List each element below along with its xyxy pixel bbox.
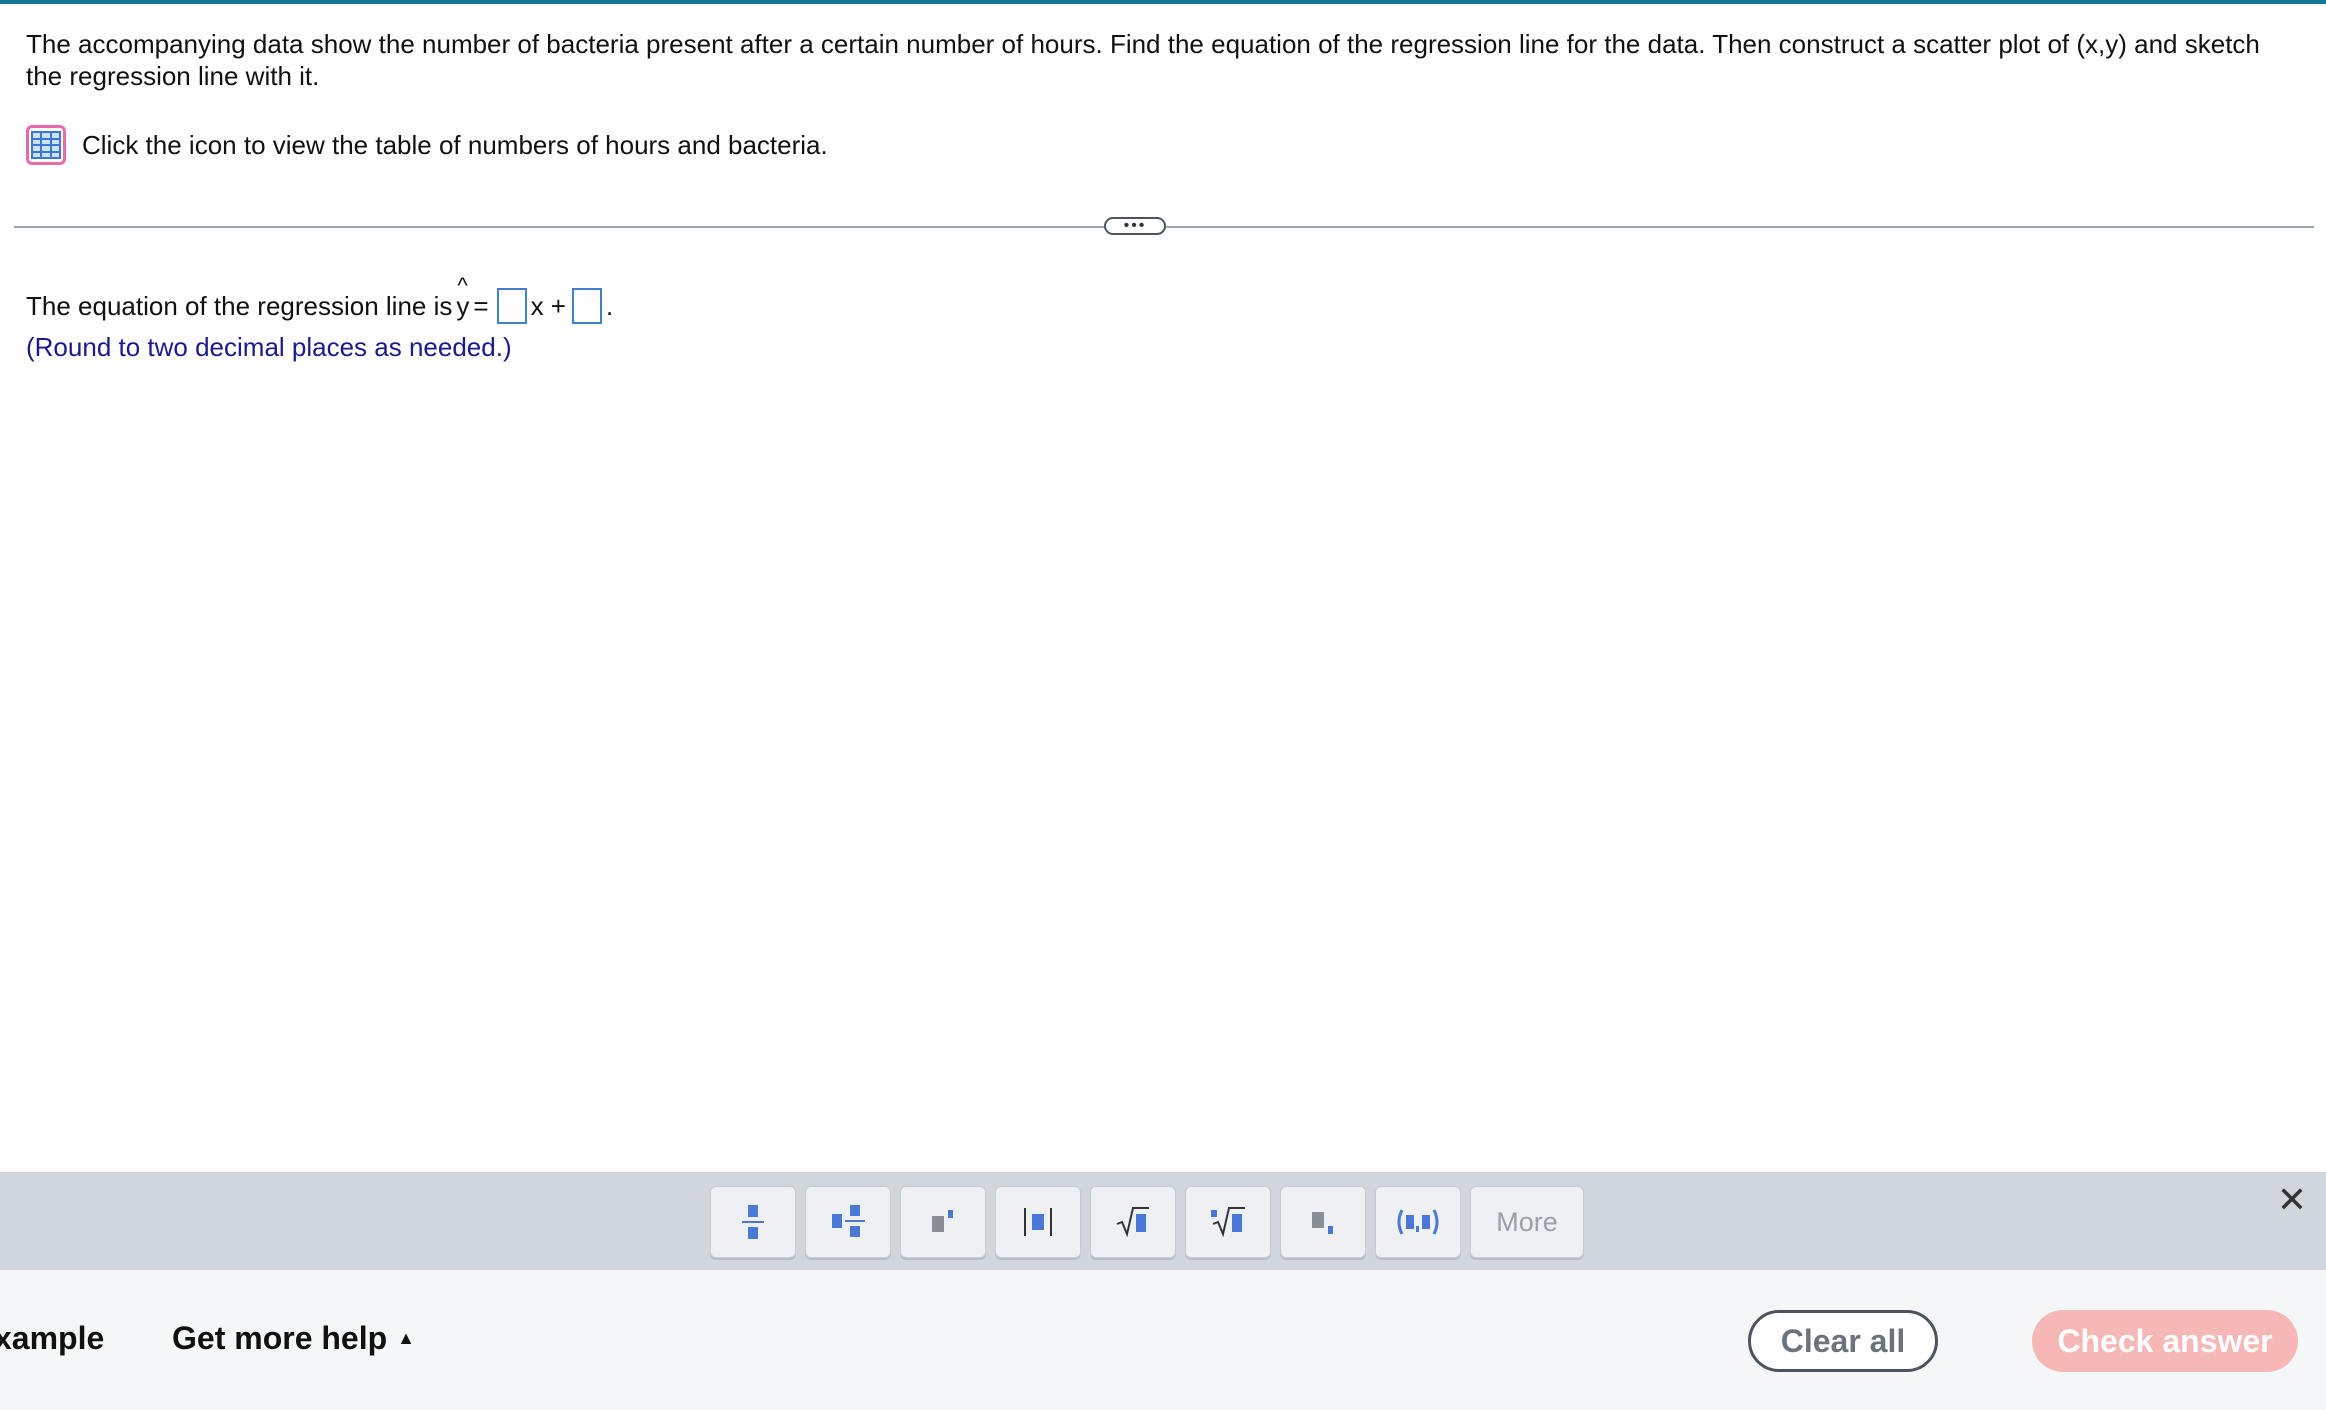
view-example-link[interactable]: xample	[0, 1320, 104, 1357]
slope-input[interactable]	[496, 288, 527, 324]
square-root-icon	[1116, 1207, 1149, 1238]
more-button[interactable]: More	[1470, 1186, 1584, 1258]
x-plus-text: x +	[530, 290, 566, 321]
table-hint-text: Click the icon to view the table of numb…	[82, 129, 828, 160]
fraction-button[interactable]	[710, 1186, 796, 1258]
equation-prefix: The equation of the regression line is	[26, 290, 453, 321]
get-more-help-link[interactable]: Get more help ▲	[172, 1320, 415, 1357]
equals-sign: =	[473, 290, 489, 321]
nth-root-icon	[1211, 1207, 1245, 1238]
fraction-icon	[742, 1205, 764, 1239]
ordered-pair-button[interactable]	[1375, 1186, 1461, 1258]
square-root-button[interactable]	[1090, 1186, 1176, 1258]
check-answer-button[interactable]: Check answer	[2032, 1310, 2298, 1372]
hat-icon: ^	[457, 272, 468, 298]
regression-equation-line: The equation of the regression line is ^…	[26, 272, 614, 324]
absolute-value-icon	[1024, 1208, 1052, 1236]
rounding-note: (Round to two decimal places as needed.)	[26, 332, 512, 362]
question-text: The accompanying data show the number of…	[26, 29, 2260, 91]
math-toolbar: More	[0, 1172, 2326, 1270]
nth-root-button[interactable]	[1185, 1186, 1271, 1258]
exponent-button[interactable]	[900, 1186, 986, 1258]
top-accent-strip	[0, 0, 2326, 4]
y-hat-symbol: ^ y	[456, 272, 470, 321]
help-label: Get more help	[172, 1320, 388, 1356]
subscript-button[interactable]	[1280, 1186, 1366, 1258]
subscript-icon	[1312, 1212, 1333, 1234]
ordered-pair-icon	[1397, 1209, 1439, 1235]
table-icon[interactable]	[26, 125, 66, 165]
absolute-value-button[interactable]	[995, 1186, 1081, 1258]
expand-toggle-button[interactable]: •••	[1104, 217, 1166, 235]
mixed-number-button[interactable]	[805, 1186, 891, 1258]
caret-up-icon: ▲	[397, 1328, 415, 1348]
intercept-input[interactable]	[571, 288, 602, 324]
exponent-icon	[932, 1210, 953, 1232]
mixed-number-icon	[832, 1205, 865, 1237]
close-icon[interactable]: ✕	[2272, 1180, 2312, 1220]
table-hint-row: Click the icon to view the table of numb…	[26, 120, 828, 170]
period: .	[605, 290, 614, 321]
clear-all-button[interactable]: Clear all	[1748, 1310, 1938, 1372]
